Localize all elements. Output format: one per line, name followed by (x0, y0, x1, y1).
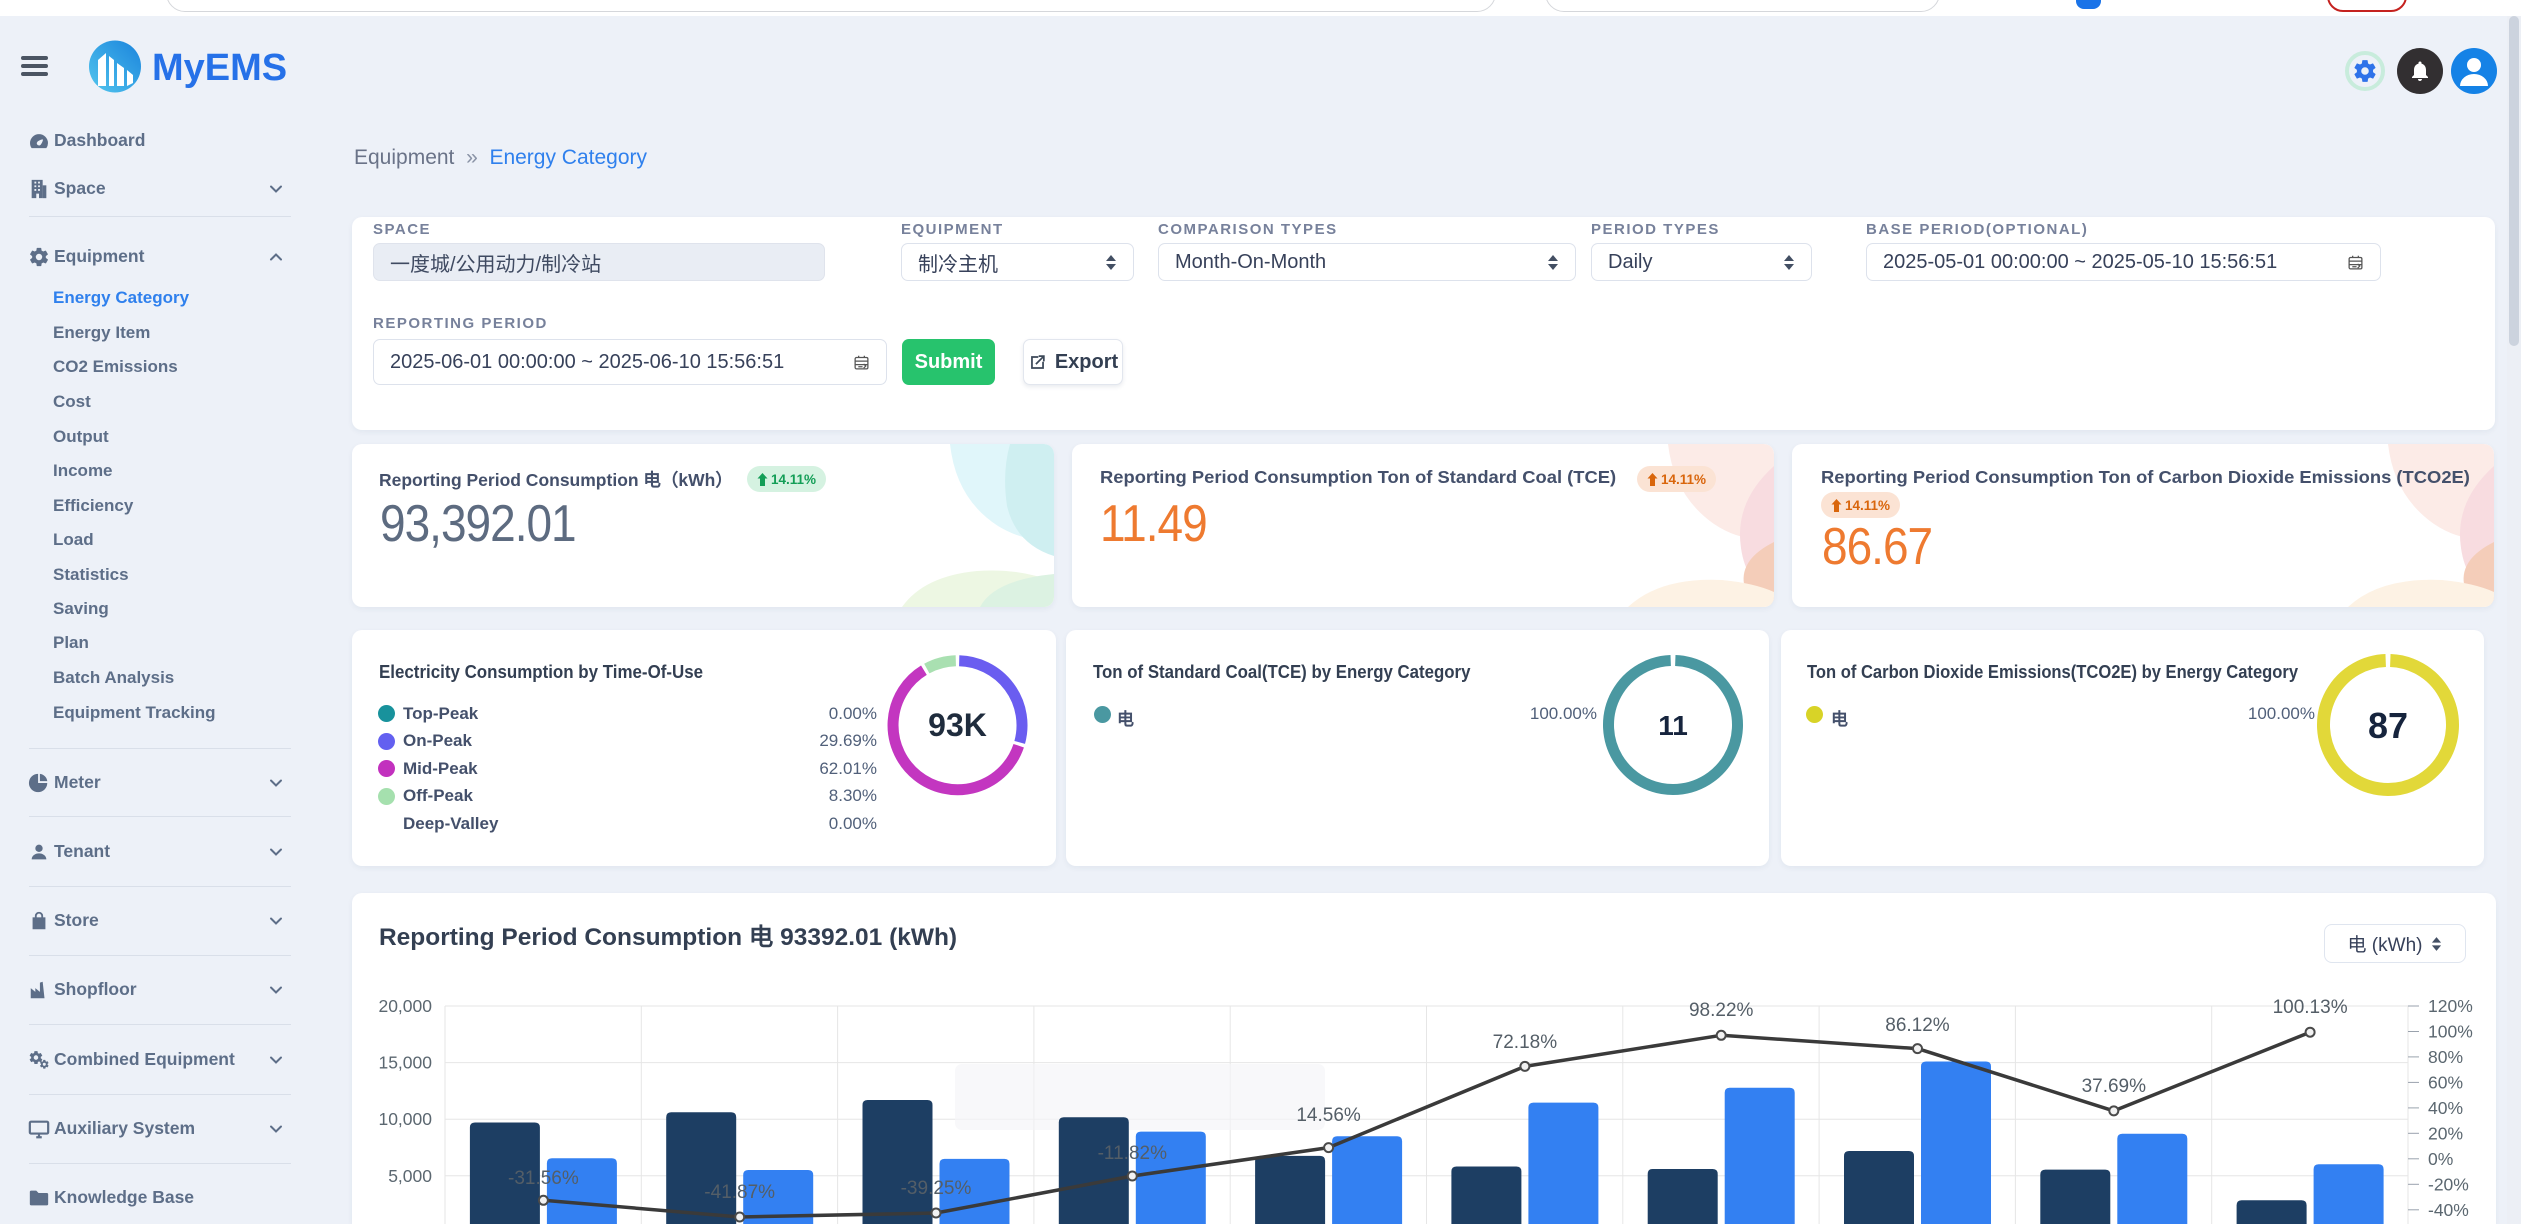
svg-text:40%: 40% (2428, 1098, 2463, 1118)
svg-text:14.56%: 14.56% (1296, 1105, 1361, 1126)
svg-text:20,000: 20,000 (378, 996, 432, 1016)
svg-text:10,000: 10,000 (378, 1109, 432, 1129)
svg-text:20%: 20% (2428, 1123, 2463, 1143)
svg-text:-39.25%: -39.25% (901, 1178, 972, 1199)
svg-text:98.22%: 98.22% (1689, 1000, 1754, 1021)
svg-text:60%: 60% (2428, 1072, 2463, 1092)
svg-text:-20%: -20% (2428, 1174, 2469, 1194)
svg-text:37.69%: 37.69% (2082, 1076, 2147, 1097)
svg-text:72.18%: 72.18% (1493, 1032, 1558, 1053)
svg-text:86.12%: 86.12% (1885, 1015, 1950, 1036)
svg-text:11: 11 (1658, 710, 1688, 741)
svg-text:-31.56%: -31.56% (508, 1168, 579, 1189)
svg-text:-41.87%: -41.87% (704, 1182, 775, 1203)
svg-text:100%: 100% (2428, 1022, 2473, 1042)
svg-text:93K: 93K (928, 707, 987, 743)
svg-text:15,000: 15,000 (378, 1053, 432, 1073)
svg-text:80%: 80% (2428, 1047, 2463, 1067)
svg-text:0%: 0% (2428, 1149, 2453, 1169)
svg-text:120%: 120% (2428, 996, 2473, 1016)
svg-text:100.13%: 100.13% (2273, 997, 2348, 1018)
svg-text:87: 87 (2368, 705, 2408, 746)
svg-text:-11.82%: -11.82% (1098, 1143, 1167, 1164)
svg-text:5,000: 5,000 (388, 1166, 432, 1186)
svg-text:-40%: -40% (2428, 1200, 2469, 1220)
